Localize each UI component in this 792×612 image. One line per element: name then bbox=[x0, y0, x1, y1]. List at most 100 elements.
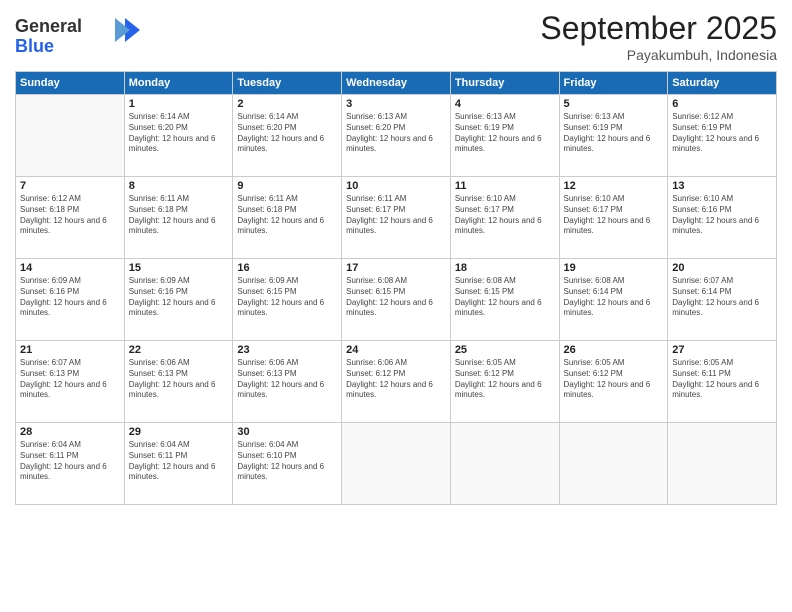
day-number: 3 bbox=[346, 98, 446, 110]
day-number: 29 bbox=[129, 426, 229, 438]
week-row-3: 21 Sunrise: 6:07 AM Sunset: 6:13 PM Dayli… bbox=[16, 341, 777, 423]
cell-info: Sunrise: 6:08 AM Sunset: 6:15 PM Dayligh… bbox=[455, 276, 555, 319]
day-number: 18 bbox=[455, 262, 555, 274]
calendar-cell: 25Sunrise: 6:05 AM Sunset: 6:12 PM Dayli… bbox=[450, 341, 559, 423]
day-number: 27 bbox=[672, 344, 772, 356]
calendar-cell: 2Sunrise: 6:14 AM Sunset: 6:20 PM Daylig… bbox=[233, 95, 342, 177]
calendar-cell: 28 Sunrise: 6:04 AM Sunset: 6:11 PM Dayli… bbox=[16, 423, 125, 505]
day-number: 6 bbox=[672, 98, 772, 110]
calendar-cell: 9 Sunrise: 6:11 AM Sunset: 6:18 PM Daylig… bbox=[233, 177, 342, 259]
cell-info: Sunrise: 6:06 AM Sunset: 6:12 PM Dayligh… bbox=[346, 358, 446, 401]
calendar-cell: 18 Sunrise: 6:08 AM Sunset: 6:15 PM Dayli… bbox=[450, 259, 559, 341]
day-number: 26 bbox=[564, 344, 664, 356]
calendar-cell: 13Sunrise: 6:10 AM Sunset: 6:16 PM Dayli… bbox=[668, 177, 777, 259]
calendar-cell: 21 Sunrise: 6:07 AM Sunset: 6:13 PM Dayli… bbox=[16, 341, 125, 423]
calendar-cell: 16Sunrise: 6:09 AM Sunset: 6:15 PM Dayli… bbox=[233, 259, 342, 341]
calendar-cell: 27 Sunrise: 6:05 AM Sunset: 6:11 PM Dayli… bbox=[668, 341, 777, 423]
calendar-cell: 15 Sunrise: 6:09 AM Sunset: 6:16 PM Dayli… bbox=[124, 259, 233, 341]
day-number: 22 bbox=[129, 344, 229, 356]
cell-info: Sunrise: 6:05 AM Sunset: 6:12 PM Dayligh… bbox=[564, 358, 664, 401]
location-subtitle: Payakumbuh, Indonesia bbox=[540, 47, 777, 63]
header-wednesday: Wednesday bbox=[342, 72, 451, 95]
calendar-cell: 20 Sunrise: 6:07 AM Sunset: 6:14 PM Dayli… bbox=[668, 259, 777, 341]
day-number: 16 bbox=[237, 262, 337, 274]
cell-info: Sunrise: 6:10 AM Sunset: 6:17 PM Dayligh… bbox=[455, 194, 555, 237]
cell-info: Sunrise: 6:08 AM Sunset: 6:14 PM Dayligh… bbox=[564, 276, 664, 319]
cell-info: Sunrise: 6:13 AM Sunset: 6:19 PM Dayligh… bbox=[564, 112, 664, 155]
calendar-cell: 17 Sunrise: 6:08 AM Sunset: 6:15 PM Dayli… bbox=[342, 259, 451, 341]
header-sunday: Sunday bbox=[16, 72, 125, 95]
day-number: 20 bbox=[672, 262, 772, 274]
calendar-cell: 6Sunrise: 6:12 AM Sunset: 6:19 PM Daylig… bbox=[668, 95, 777, 177]
header-thursday: Thursday bbox=[450, 72, 559, 95]
week-row-1: 7 Sunrise: 6:12 AM Sunset: 6:18 PM Daylig… bbox=[16, 177, 777, 259]
cell-info: Sunrise: 6:04 AM Sunset: 6:11 PM Dayligh… bbox=[20, 440, 120, 483]
calendar-cell: 1Sunrise: 6:14 AM Sunset: 6:20 PM Daylig… bbox=[124, 95, 233, 177]
calendar-page: General Blue September 2025 Payakumbuh, … bbox=[0, 0, 792, 612]
calendar-header: Sunday Monday Tuesday Wednesday Thursday… bbox=[16, 72, 777, 95]
day-number: 2 bbox=[237, 98, 337, 110]
cell-info: Sunrise: 6:11 AM Sunset: 6:18 PM Dayligh… bbox=[129, 194, 229, 237]
calendar-cell: 10 Sunrise: 6:11 AM Sunset: 6:17 PM Dayli… bbox=[342, 177, 451, 259]
day-number: 28 bbox=[20, 426, 120, 438]
calendar-cell: 4Sunrise: 6:13 AM Sunset: 6:19 PM Daylig… bbox=[450, 95, 559, 177]
calendar-cell: 8 Sunrise: 6:11 AM Sunset: 6:18 PM Daylig… bbox=[124, 177, 233, 259]
week-row-0: 1Sunrise: 6:14 AM Sunset: 6:20 PM Daylig… bbox=[16, 95, 777, 177]
day-number: 21 bbox=[20, 344, 120, 356]
header-tuesday: Tuesday bbox=[233, 72, 342, 95]
cell-info: Sunrise: 6:11 AM Sunset: 6:18 PM Dayligh… bbox=[237, 194, 337, 237]
day-number: 9 bbox=[237, 180, 337, 192]
cell-info: Sunrise: 6:11 AM Sunset: 6:17 PM Dayligh… bbox=[346, 194, 446, 237]
cell-info: Sunrise: 6:06 AM Sunset: 6:13 PM Dayligh… bbox=[129, 358, 229, 401]
cell-info: Sunrise: 6:09 AM Sunset: 6:16 PM Dayligh… bbox=[20, 276, 120, 319]
calendar-cell: 7 Sunrise: 6:12 AM Sunset: 6:18 PM Daylig… bbox=[16, 177, 125, 259]
day-number: 10 bbox=[346, 180, 446, 192]
calendar-cell bbox=[16, 95, 125, 177]
day-number: 19 bbox=[564, 262, 664, 274]
day-number: 24 bbox=[346, 344, 446, 356]
cell-info: Sunrise: 6:05 AM Sunset: 6:11 PM Dayligh… bbox=[672, 358, 772, 401]
day-number: 15 bbox=[129, 262, 229, 274]
day-number: 23 bbox=[237, 344, 337, 356]
day-number: 25 bbox=[455, 344, 555, 356]
header-monday: Monday bbox=[124, 72, 233, 95]
calendar-cell: 14 Sunrise: 6:09 AM Sunset: 6:16 PM Dayli… bbox=[16, 259, 125, 341]
calendar-cell: 26 Sunrise: 6:05 AM Sunset: 6:12 PM Dayli… bbox=[559, 341, 668, 423]
calendar-cell bbox=[450, 423, 559, 505]
cell-info: Sunrise: 6:07 AM Sunset: 6:14 PM Dayligh… bbox=[672, 276, 772, 319]
header-friday: Friday bbox=[559, 72, 668, 95]
calendar-cell: 5Sunrise: 6:13 AM Sunset: 6:19 PM Daylig… bbox=[559, 95, 668, 177]
logo-text: General Blue bbox=[15, 10, 145, 63]
day-number: 30 bbox=[237, 426, 337, 438]
day-number: 14 bbox=[20, 262, 120, 274]
cell-info: Sunrise: 6:07 AM Sunset: 6:13 PM Dayligh… bbox=[20, 358, 120, 401]
cell-info: Sunrise: 6:10 AM Sunset: 6:16 PM Dayligh… bbox=[672, 194, 772, 237]
calendar-cell: 24 Sunrise: 6:06 AM Sunset: 6:12 PM Dayli… bbox=[342, 341, 451, 423]
header-row: Sunday Monday Tuesday Wednesday Thursday… bbox=[16, 72, 777, 95]
calendar-cell: 19 Sunrise: 6:08 AM Sunset: 6:14 PM Dayli… bbox=[559, 259, 668, 341]
calendar-cell: 3 Sunrise: 6:13 AM Sunset: 6:20 PM Daylig… bbox=[342, 95, 451, 177]
calendar-table: Sunday Monday Tuesday Wednesday Thursday… bbox=[15, 71, 777, 505]
calendar-cell: 30Sunrise: 6:04 AM Sunset: 6:10 PM Dayli… bbox=[233, 423, 342, 505]
calendar-cell: 12 Sunrise: 6:10 AM Sunset: 6:17 PM Dayli… bbox=[559, 177, 668, 259]
cell-info: Sunrise: 6:08 AM Sunset: 6:15 PM Dayligh… bbox=[346, 276, 446, 319]
cell-info: Sunrise: 6:13 AM Sunset: 6:20 PM Dayligh… bbox=[346, 112, 446, 155]
day-number: 8 bbox=[129, 180, 229, 192]
calendar-cell: 22 Sunrise: 6:06 AM Sunset: 6:13 PM Dayli… bbox=[124, 341, 233, 423]
calendar-cell bbox=[342, 423, 451, 505]
day-number: 12 bbox=[564, 180, 664, 192]
svg-text:Blue: Blue bbox=[15, 36, 54, 56]
cell-info: Sunrise: 6:10 AM Sunset: 6:17 PM Dayligh… bbox=[564, 194, 664, 237]
cell-info: Sunrise: 6:04 AM Sunset: 6:11 PM Dayligh… bbox=[129, 440, 229, 483]
day-number: 17 bbox=[346, 262, 446, 274]
cell-info: Sunrise: 6:09 AM Sunset: 6:16 PM Dayligh… bbox=[129, 276, 229, 319]
title-block: September 2025 Payakumbuh, Indonesia bbox=[540, 10, 777, 63]
logo: General Blue bbox=[15, 10, 145, 63]
cell-info: Sunrise: 6:12 AM Sunset: 6:18 PM Dayligh… bbox=[20, 194, 120, 237]
calendar-cell: 11Sunrise: 6:10 AM Sunset: 6:17 PM Dayli… bbox=[450, 177, 559, 259]
header: General Blue September 2025 Payakumbuh, … bbox=[15, 10, 777, 63]
cell-info: Sunrise: 6:06 AM Sunset: 6:13 PM Dayligh… bbox=[237, 358, 337, 401]
day-number: 7 bbox=[20, 180, 120, 192]
calendar-body: 1Sunrise: 6:14 AM Sunset: 6:20 PM Daylig… bbox=[16, 95, 777, 505]
week-row-2: 14 Sunrise: 6:09 AM Sunset: 6:16 PM Dayli… bbox=[16, 259, 777, 341]
